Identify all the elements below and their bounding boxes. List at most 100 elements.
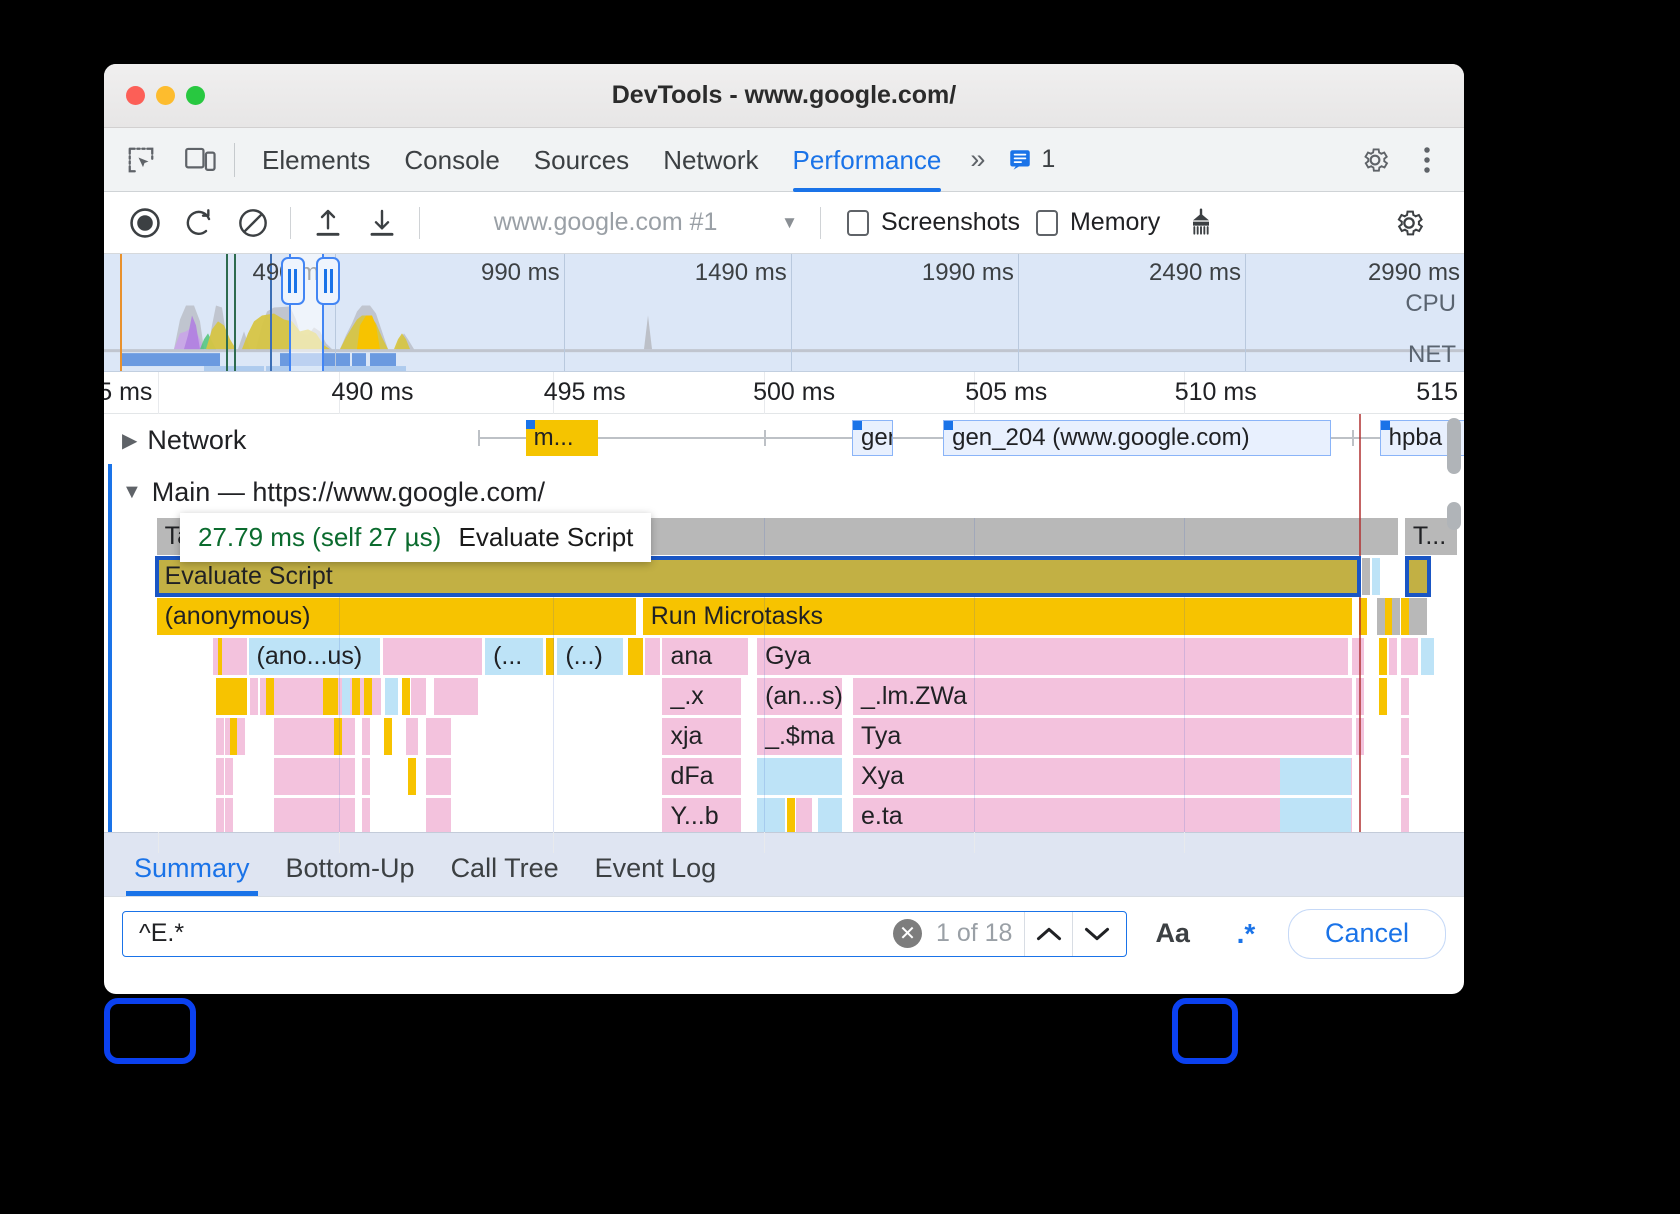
devtools-window: DevTools - www.google.com/ Elements Cons…	[104, 64, 1464, 994]
memory-label: Memory	[1070, 208, 1160, 237]
flame-cell[interactable]: Run Microtasks	[643, 598, 1353, 635]
tab-elements[interactable]: Elements	[245, 128, 387, 192]
traffic-lights	[126, 86, 205, 105]
flame-cell[interactable]: _.lm.ZWa	[853, 678, 1352, 715]
flame-cell[interactable]: (...	[485, 638, 543, 675]
flame-cell[interactable]: Gya	[757, 638, 1348, 675]
overview-selection-left-handle[interactable]	[281, 257, 305, 305]
flame-cell-label: (...	[493, 642, 522, 671]
track-network[interactable]: ▶ Network m... gen gen_204 (www.google.c…	[104, 414, 1464, 466]
toolbar-divider	[419, 207, 420, 239]
clear-search-icon[interactable]: ✕	[893, 919, 922, 948]
issues-counter[interactable]: 1	[997, 145, 1065, 174]
network-request[interactable]: gen	[852, 420, 893, 456]
tab-console[interactable]: Console	[387, 128, 516, 192]
network-request-label: gen	[861, 424, 893, 452]
tab-network[interactable]: Network	[646, 128, 775, 192]
flame-cell[interactable]: Xya	[853, 758, 1352, 795]
cancel-search-button[interactable]: Cancel	[1288, 909, 1446, 959]
network-request[interactable]: m...	[526, 420, 598, 456]
recording-selector[interactable]: www.google.com #1 ▼	[430, 202, 810, 244]
flame-cell[interactable]: _.$ma	[757, 718, 842, 755]
collect-garbage-button[interactable]	[1174, 199, 1228, 247]
flame-cell[interactable]: (...)	[557, 638, 623, 675]
ruler-tick-label: 505 ms	[965, 378, 1053, 407]
tab-event-log[interactable]: Event Log	[577, 853, 735, 896]
flame-cell-label: dFa	[670, 762, 713, 791]
search-field-wrapper[interactable]: ✕ 1 of 18	[122, 911, 1127, 957]
flame-cell[interactable]: ana	[662, 638, 747, 675]
tab-summary[interactable]: Summary	[116, 853, 268, 896]
vertical-scrollbar-thumb-top[interactable]	[1447, 418, 1461, 474]
flame-cell[interactable]: e.ta	[853, 798, 1352, 832]
more-tabs-icon[interactable]: »	[958, 144, 997, 175]
details-tabbar: Summary Bottom-Up Call Tree Event Log	[104, 832, 1464, 896]
flame-chart[interactable]: Task T... Evaluate Script (anonymous) Ru…	[104, 518, 1464, 832]
flame-cell-label: (anonymous)	[165, 602, 311, 631]
issues-icon	[1007, 147, 1033, 173]
screenshots-checkbox[interactable]: Screenshots	[847, 208, 1020, 237]
flame-cell[interactable]: Tya	[853, 718, 1352, 755]
ruler-tick-label: 510 ms	[1175, 378, 1263, 407]
track-network-label: Network	[147, 425, 246, 456]
vertical-scrollbar-thumb[interactable]	[1447, 502, 1461, 530]
overview-gridline	[564, 254, 565, 371]
toolbar-divider	[234, 143, 235, 177]
flame-cell[interactable]: _.x	[662, 678, 741, 715]
tab-bottom-up[interactable]: Bottom-Up	[268, 853, 433, 896]
network-request[interactable]: gen_204 (www.google.com)	[943, 420, 1331, 456]
timeline-overview[interactable]: 490 ms 990 ms 1490 ms 1990 ms 2490 ms 29…	[104, 254, 1464, 372]
ruler-tick-label: 500 ms	[753, 378, 841, 407]
settings-gear-icon[interactable]	[1352, 137, 1398, 183]
tab-performance[interactable]: Performance	[776, 128, 959, 192]
chevron-down-icon: ▼	[781, 213, 810, 233]
overview-tick-label: 2990 ms	[1368, 259, 1464, 287]
flame-cell-label: _.x	[670, 682, 703, 711]
annotation-ring-search-input	[104, 998, 196, 1064]
flame-cell[interactable]: (anonymous)	[157, 598, 637, 635]
tab-sources[interactable]: Sources	[517, 128, 646, 192]
overview-net-label: NET	[1408, 341, 1456, 369]
tab-call-tree[interactable]: Call Tree	[433, 853, 577, 896]
flame-cell-selected[interactable]: Evaluate Script	[157, 558, 1359, 595]
device-toolbar-icon[interactable]	[178, 140, 224, 180]
expand-network-icon[interactable]: ▶	[122, 428, 137, 453]
screenshots-label: Screenshots	[881, 208, 1020, 237]
flame-cell[interactable]: (an...s)	[757, 678, 842, 715]
flame-cell[interactable]	[757, 758, 842, 795]
save-profile-button[interactable]	[355, 199, 409, 247]
reload-and-record-button[interactable]	[172, 199, 226, 247]
inspect-element-icon[interactable]	[118, 140, 164, 180]
flame-cell[interactable]: (ano...us)	[249, 638, 380, 675]
flame-cell-label: Tya	[861, 722, 901, 751]
collapse-main-icon[interactable]: ▼	[122, 481, 142, 504]
flame-cell[interactable]: xja	[662, 718, 741, 755]
timeline-ruler: 485 ms 490 ms 495 ms 500 ms 505 ms 510 m…	[104, 372, 1464, 414]
flame-cell-label: Xya	[861, 762, 904, 791]
minimize-window-button[interactable]	[156, 86, 175, 105]
maximize-window-button[interactable]	[186, 86, 205, 105]
flame-cell[interactable]: dFa	[662, 758, 741, 795]
clear-recording-button[interactable]	[226, 199, 280, 247]
search-prev-button[interactable]	[1024, 912, 1072, 956]
tooltip-event-name: Evaluate Script	[459, 522, 634, 552]
close-window-button[interactable]	[126, 86, 145, 105]
capture-settings-gear-icon[interactable]	[1382, 199, 1436, 247]
load-profile-button[interactable]	[301, 199, 355, 247]
match-case-button[interactable]: Aa	[1141, 918, 1204, 949]
timeline-tracks[interactable]: ▶ Network m... gen gen_204 (www.google.c…	[104, 414, 1464, 832]
flame-cell-selected[interactable]	[1407, 558, 1428, 595]
memory-checkbox[interactable]: Memory	[1036, 208, 1160, 237]
track-main[interactable]: ▼ Main — https://www.google.com/	[104, 466, 1464, 518]
flame-cell[interactable]: Y...b	[662, 798, 741, 832]
overview-tick-label: 1490 ms	[695, 259, 791, 287]
overview-tick-label: 990 ms	[481, 259, 564, 287]
search-next-button[interactable]	[1072, 912, 1120, 956]
more-options-icon[interactable]	[1404, 137, 1450, 183]
ruler-tick-label: 515	[1416, 378, 1464, 407]
use-regex-button[interactable]: .*	[1218, 911, 1274, 957]
search-input[interactable]	[137, 918, 893, 949]
overview-selection-right-handle[interactable]	[316, 257, 340, 305]
record-button[interactable]	[118, 199, 172, 247]
ruler-tick-label: 485 ms	[104, 378, 158, 407]
